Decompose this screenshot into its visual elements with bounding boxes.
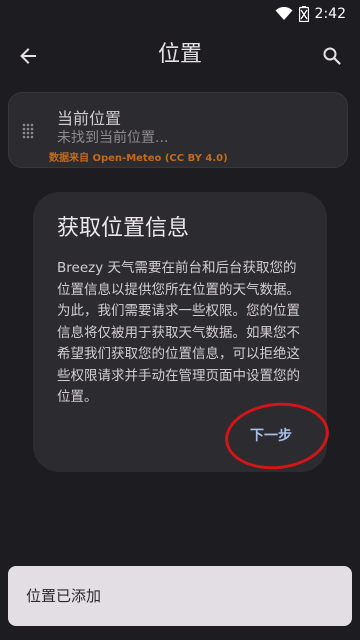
status-bar: 2:42 (0, 0, 360, 28)
dialog-title: 获取位置信息 (57, 216, 190, 241)
snackbar-message: 位置已添加 (26, 587, 102, 605)
drag-handle-icon[interactable] (22, 123, 34, 139)
search-button[interactable] (316, 40, 348, 72)
toolbar: 位置 (0, 28, 360, 84)
snackbar: 位置已添加 (8, 566, 352, 626)
arrow-back-icon (20, 48, 36, 64)
dialog-message: Breezy 天气需要在前台和后台获取您的位置信息以提供您所在位置的天气数据。为… (57, 260, 300, 405)
battery-icon (298, 6, 309, 22)
current-location-card[interactable]: 当前位置 未找到当前位置... 数据来自 Open-Meteo (CC BY 4… (8, 92, 348, 168)
search-icon (323, 47, 341, 65)
wifi-icon (275, 7, 293, 21)
data-source-label: 数据来自 Open-Meteo (CC BY 4.0) (49, 153, 228, 164)
status-time: 2:42 (314, 6, 346, 22)
page-title: 位置 (157, 42, 202, 67)
location-subtitle: 未找到当前位置... (57, 130, 169, 146)
location-title: 当前位置 (57, 109, 122, 128)
back-button[interactable] (12, 40, 44, 72)
